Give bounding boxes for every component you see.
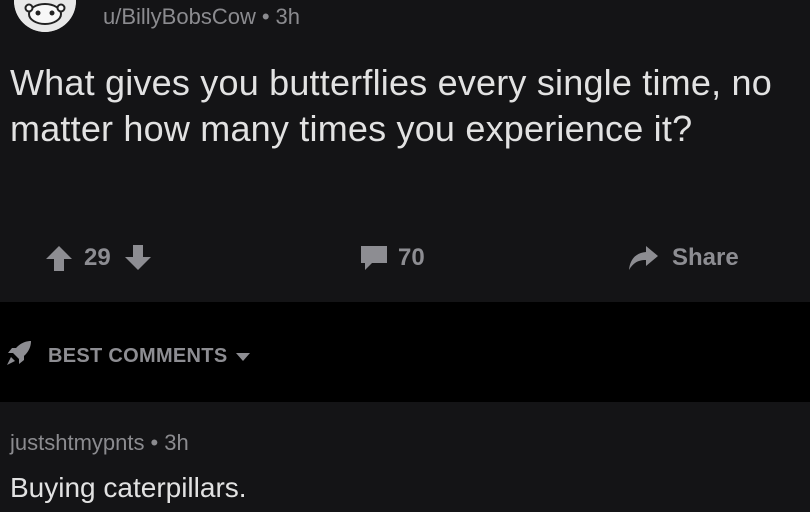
vote-bar: 29 <box>44 238 153 278</box>
share-arrow-icon <box>626 243 660 273</box>
post-meta-text: u/BillyBobsCow • 3h <box>103 4 300 30</box>
comment-author[interactable]: justshtmypnts <box>10 430 145 455</box>
post-card: u/BillyBobsCow • 3h What gives you butterf… <box>0 0 810 302</box>
sort-dropdown[interactable]: BEST COMMENTS <box>4 338 251 374</box>
meta-separator: • <box>261 4 270 29</box>
post-meta: u/BillyBobsCow • 3h <box>0 0 810 40</box>
comments-button[interactable]: 70 <box>358 238 425 278</box>
comment-bubble-icon <box>358 243 390 273</box>
comment-body: Buying caterpillars. <box>10 472 247 503</box>
sort-label: BEST COMMENTS <box>48 344 228 367</box>
reddit-snoo-avatar[interactable] <box>14 0 76 32</box>
comment-age: 3h <box>164 430 189 455</box>
rocket-icon <box>4 338 34 374</box>
share-button[interactable]: Share <box>626 238 739 278</box>
comment-count: 70 <box>398 244 425 271</box>
meta-separator: • <box>150 430 159 455</box>
post-title[interactable]: What gives you butterflies every single … <box>10 60 800 152</box>
post-age: 3h <box>275 4 301 29</box>
post-author[interactable]: u/BillyBobsCow <box>103 4 256 29</box>
arrow-up-icon[interactable] <box>44 243 74 273</box>
caret-down-icon <box>235 345 251 368</box>
score-count: 29 <box>84 244 111 271</box>
comment-meta: justshtmypnts • 3h <box>10 430 189 456</box>
sort-bar: BEST COMMENTS <box>0 302 810 402</box>
share-label: Share <box>672 244 739 271</box>
arrow-down-icon[interactable] <box>123 243 153 273</box>
comment-card: justshtmypnts • 3h Buying caterpillars. <box>0 402 810 512</box>
